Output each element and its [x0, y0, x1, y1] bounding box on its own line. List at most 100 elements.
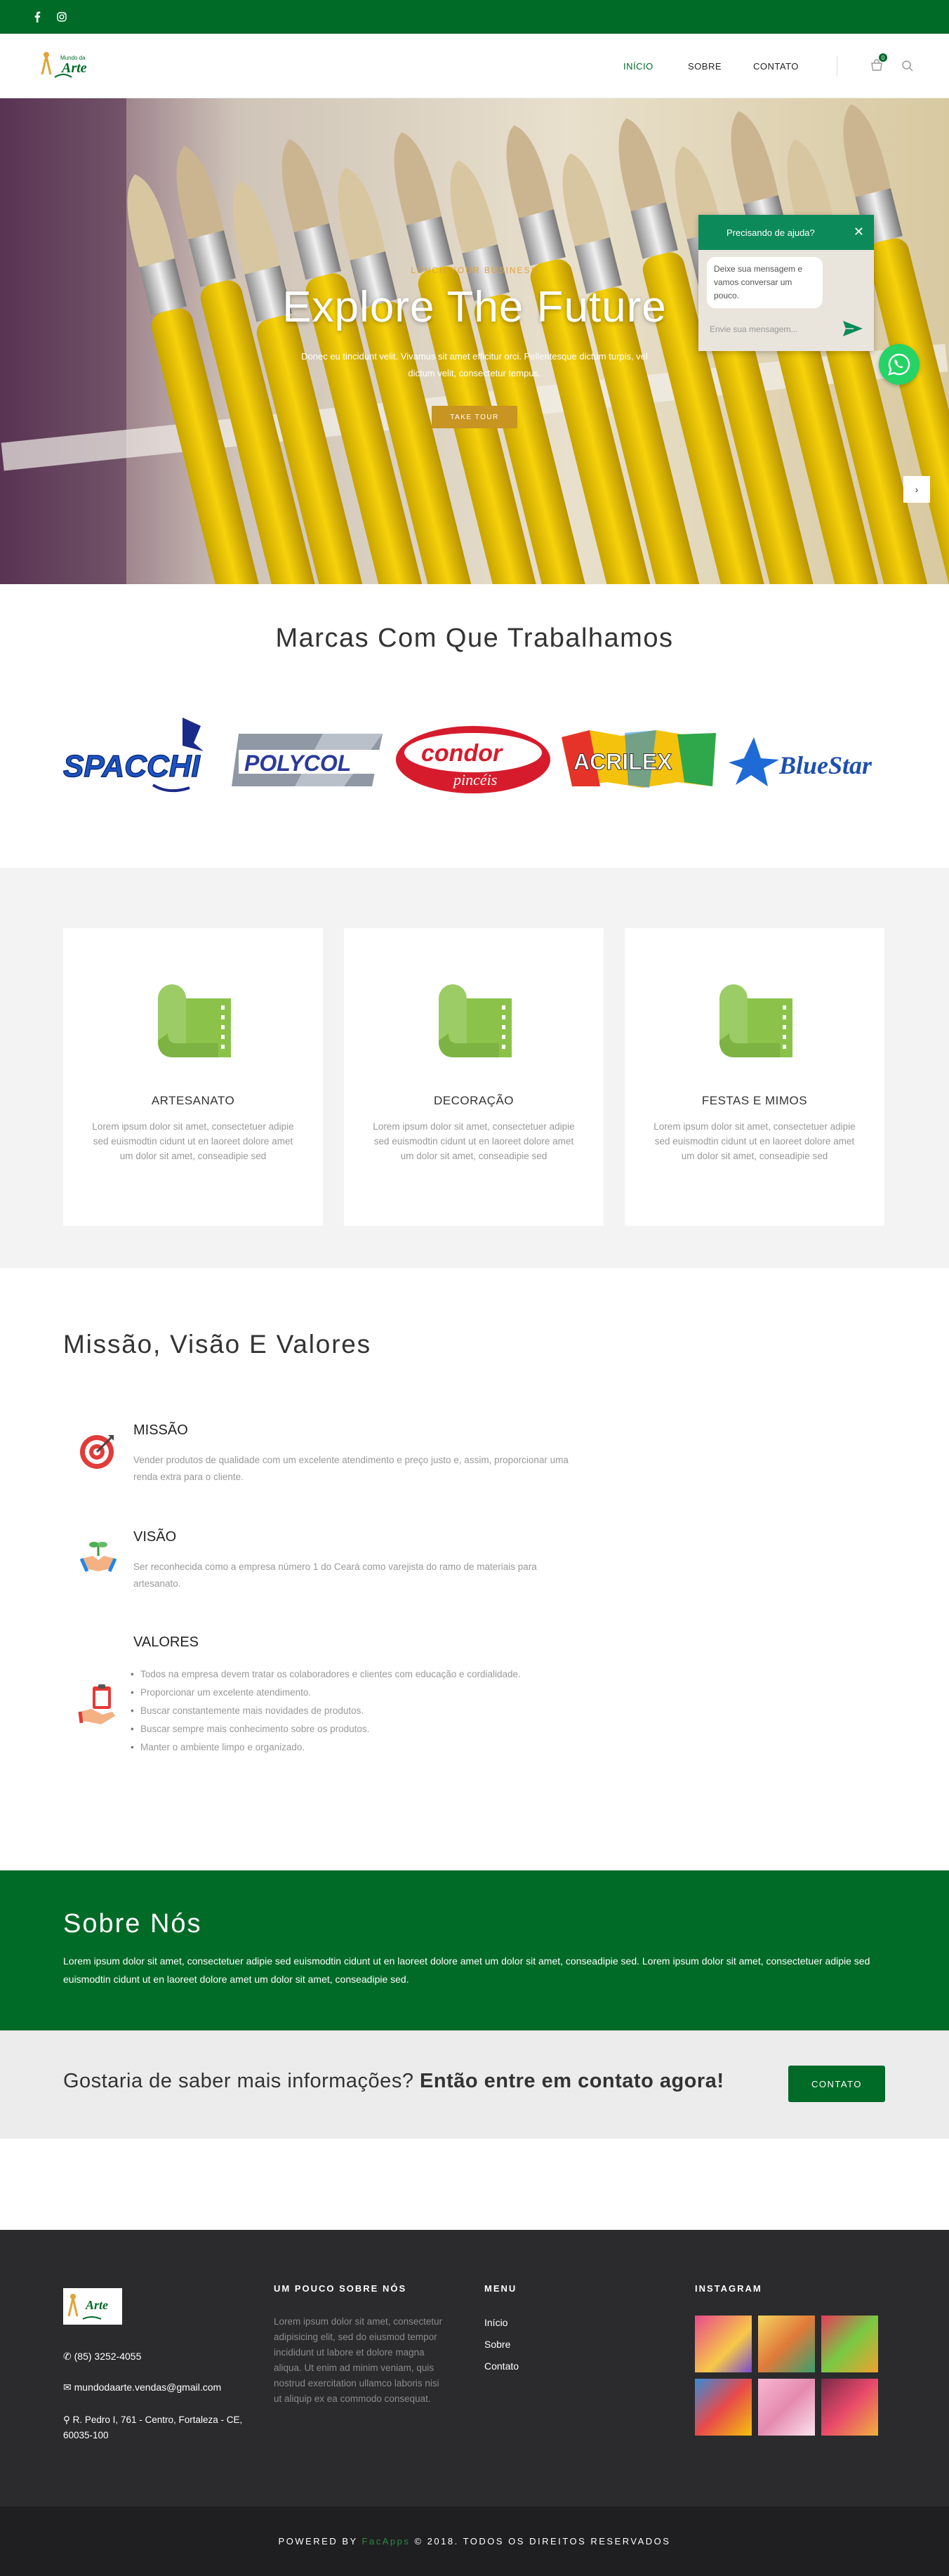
service-text: Lorem ipsum dolor sit amet, consectetuer…	[373, 1121, 575, 1161]
nav-link-sobre[interactable]: SOBRE	[688, 61, 722, 72]
cta-text-light: Gostaria de saber mais informações?	[63, 2070, 414, 2092]
footer-menu-heading: MENU	[484, 2283, 517, 2294]
clipboard-hand-icon	[77, 1684, 119, 1726]
brand-text-acrilex: ACRILEX	[573, 749, 672, 774]
vision-heading: VISÃO	[133, 1529, 177, 1545]
instagram-icon[interactable]	[54, 9, 69, 25]
chat-title: Precisando de ajuda?	[726, 227, 815, 238]
service-title: ARTESANATO	[151, 1094, 235, 1107]
brand-text-spacchi: SPACCHI	[63, 749, 201, 784]
cta-text-bold: Então entre em contato agora!	[420, 2070, 724, 2092]
logo-text: Arte	[62, 60, 87, 76]
contact-button[interactable]: CONTATO	[788, 2066, 885, 2102]
copyright-text: POWERED BY FacApps © 2018. TODOS OS DIRE…	[0, 2536, 949, 2547]
brand-logo-acrilex[interactable]: ACRILEX	[558, 709, 719, 800]
phone-icon: ✆	[63, 2351, 72, 2362]
service-text: Lorem ipsum dolor sit amet, consectetuer…	[653, 1121, 856, 1161]
chevron-right-icon: ›	[915, 484, 919, 495]
footer-menu-inicio[interactable]: Início	[484, 2317, 507, 2328]
handshake-plant-icon	[77, 1535, 119, 1577]
list-item: Buscar constantemente mais novidades de …	[131, 1702, 569, 1720]
fabric-roll-icon	[710, 984, 799, 1057]
chat-widget: Precisando de ajuda? ✕ Deixe sua mensage…	[698, 215, 874, 351]
instagram-photo[interactable]	[821, 2316, 878, 2372]
footer: Arte ✆ (85) 3252-4055 ✉ mundodaarte.vend…	[0, 2230, 949, 2506]
list-item: Proporcionar um excelente atendimento.	[131, 1684, 569, 1702]
service-text: Lorem ipsum dolor sit amet, consectetuer…	[92, 1121, 294, 1161]
brand-logo-bluestar[interactable]: BlueStar	[723, 709, 888, 800]
vision-text: Ser reconhecida como a empresa número 1 …	[133, 1561, 537, 1589]
footer-instagram-heading: INSTAGRAM	[695, 2283, 762, 2294]
service-title: FESTAS E MIMOS	[701, 1094, 808, 1107]
nav-link-contato[interactable]: CONTATO	[753, 61, 799, 72]
brands-title: Marcas Com Que Trabalhamos	[275, 623, 674, 653]
list-item: Manter o ambiente limpo e organizado.	[131, 1738, 569, 1757]
footer-about-text: Lorem ipsum dolor sit amet, consectetur …	[274, 2316, 443, 2404]
slider-next-arrow[interactable]: ›	[903, 476, 930, 503]
list-item: Buscar sempre mais conhecimento sobre os…	[131, 1720, 569, 1738]
brand-logo-condor[interactable]: condor pincéis	[394, 709, 552, 800]
service-title: DECORAÇÃO	[433, 1094, 515, 1107]
service-card[interactable]: ARTESANATO Lorem ipsum dolor sit amet, c…	[63, 928, 323, 1226]
chat-message: Deixe sua mensagem e vamos conversar um …	[707, 257, 823, 308]
mission-section-title: Missão, Visão E Valores	[63, 1330, 371, 1359]
footer-address: ⚲ R. Pedro I, 761 - Centro, Fortaleza - …	[63, 2412, 267, 2443]
facebook-icon[interactable]	[29, 9, 45, 25]
mission-text: Vender produtos de qualidade com um exce…	[133, 1455, 569, 1482]
mission-heading: MISSÃO	[133, 1422, 188, 1438]
nav-link-inicio[interactable]: INÍCIO	[623, 61, 653, 72]
copyright-brand-link[interactable]: FacApps	[362, 2536, 411, 2547]
services-section: ARTESANATO Lorem ipsum dolor sit amet, c…	[0, 868, 949, 1268]
brand-text-pinceis: pincéis	[452, 771, 497, 788]
about-title: Sobre Nós	[63, 1909, 202, 1938]
footer-menu-contato[interactable]: Contato	[484, 2360, 519, 2372]
footer-logo-text: Arte	[86, 2298, 109, 2312]
copyright-prefix: POWERED BY	[278, 2536, 358, 2547]
close-icon[interactable]: ✕	[854, 225, 864, 239]
values-heading: VALORES	[133, 1634, 199, 1650]
top-bar	[0, 0, 949, 34]
footer-phone: ✆ (85) 3252-4055	[63, 2351, 141, 2363]
whatsapp-button[interactable]	[879, 344, 920, 385]
take-tour-button[interactable]: TAKE TOUR	[432, 406, 517, 428]
brand-logo-polycol[interactable]: POLYCOL	[232, 709, 390, 800]
service-card[interactable]: FESTAS E MIMOS Lorem ipsum dolor sit ame…	[625, 928, 884, 1226]
service-card[interactable]: DECORAÇÃO Lorem ipsum dolor sit amet, co…	[344, 928, 604, 1226]
instagram-photo[interactable]	[758, 2316, 815, 2372]
instagram-photo[interactable]	[758, 2379, 815, 2436]
brand-text-polycol: POLYCOL	[244, 751, 351, 776]
phone-text: (85) 3252-4055	[74, 2351, 142, 2362]
about-section: Sobre Nós Lorem ipsum dolor sit amet, co…	[0, 1870, 949, 2030]
about-text: Lorem ipsum dolor sit amet, consectetuer…	[63, 1955, 870, 1985]
search-icon[interactable]	[901, 60, 914, 72]
footer-menu-sobre[interactable]: Sobre	[484, 2339, 510, 2350]
map-pin-icon: ⚲	[63, 2415, 70, 2425]
cart-badge: 0	[879, 53, 887, 62]
chat-message-input[interactable]: Envie sua mensagem...	[707, 319, 833, 340]
cta-text: Gostaria de saber mais informações? Entã…	[63, 2070, 724, 2093]
fabric-roll-icon	[148, 984, 238, 1057]
footer-logo[interactable]: Arte	[63, 2288, 122, 2325]
send-icon[interactable]	[839, 315, 867, 343]
brand-text-condor: condor	[421, 740, 503, 767]
footer-email[interactable]: ✉ mundodaarte.vendas@gmail.com	[63, 2382, 221, 2393]
email-text: mundodaarte.vendas@gmail.com	[74, 2382, 222, 2393]
envelope-icon: ✉	[63, 2382, 72, 2393]
cart-icon[interactable]: 0	[869, 53, 887, 73]
brand-text-bluestar: BlueStar	[778, 751, 872, 779]
address-text: R. Pedro I, 761 - Centro, Fortaleza - CE…	[63, 2415, 243, 2440]
list-item: Todos na empresa devem tratar os colabor…	[131, 1665, 569, 1684]
instagram-photo[interactable]	[695, 2316, 752, 2372]
contact-cta-section: Gostaria de saber mais informações? Entã…	[0, 2030, 949, 2139]
whatsapp-icon	[888, 353, 910, 376]
copyright-suffix: © 2018. TODOS OS DIREITOS RESERVADOS	[414, 2536, 671, 2547]
chat-header: Precisando de ajuda? ✕	[698, 215, 874, 250]
hero-text: Donec eu tincidunt velit. Vivamus sit am…	[301, 351, 648, 378]
logo[interactable]: Mundo da Arte	[35, 46, 100, 86]
instagram-photo[interactable]	[821, 2379, 878, 2436]
brand-logo-spacchi[interactable]: SPACCHI	[62, 709, 225, 800]
instagram-photo[interactable]	[695, 2379, 752, 2436]
values-list: Todos na empresa devem tratar os colabor…	[131, 1665, 569, 1757]
fabric-roll-icon	[429, 984, 519, 1057]
target-icon	[76, 1429, 118, 1472]
